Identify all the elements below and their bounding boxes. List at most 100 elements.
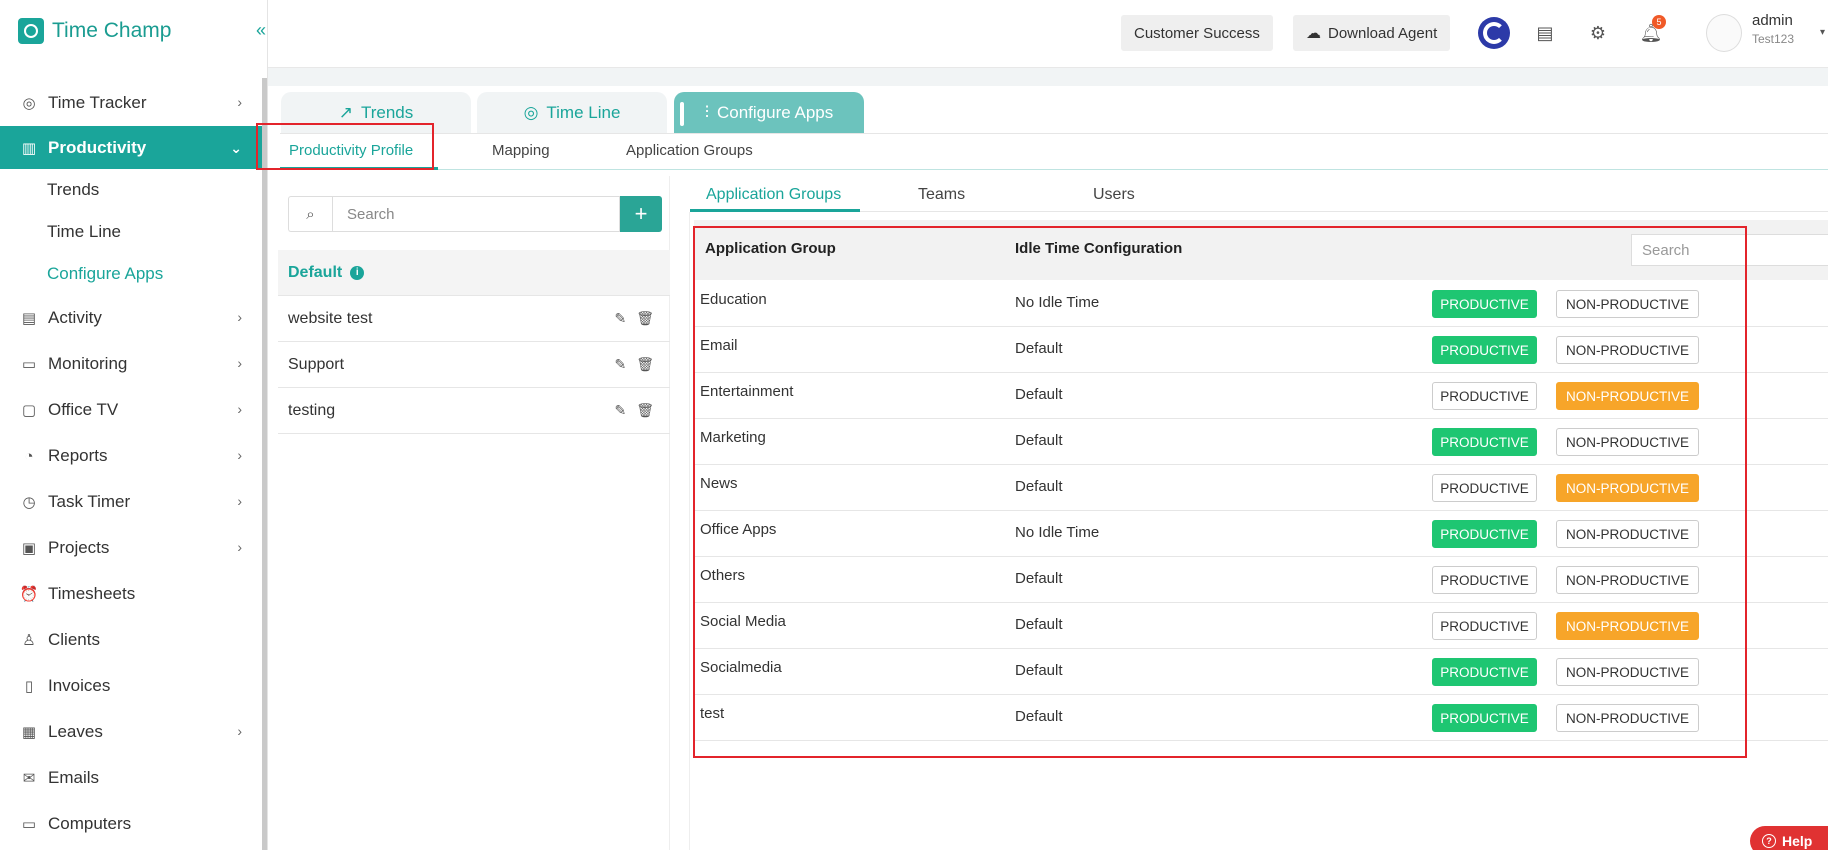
bell-icon[interactable]: 🔔︎ 5 xyxy=(1636,15,1666,48)
sidebar-item-label: Reports xyxy=(48,446,108,465)
collapse-sidebar-icon[interactable]: « xyxy=(256,20,266,41)
chevron-right-icon: › xyxy=(237,94,242,110)
chevron-right-icon: › xyxy=(237,723,242,739)
sidebar-item-label: Monitoring xyxy=(48,354,128,373)
sidebar-item-label: Invoices xyxy=(48,676,111,695)
profile-search: ⌕ Search + xyxy=(288,196,662,232)
tv-icon: ▢ xyxy=(21,402,37,419)
customer-success-button[interactable]: Customer Success xyxy=(1121,15,1273,51)
sidebar-item-activity[interactable]: ▤ Activity › xyxy=(0,295,264,341)
sidebar-item-task-timer[interactable]: ◷ Task Timer › xyxy=(0,479,264,525)
inner-tab-teams[interactable]: Teams xyxy=(918,186,965,204)
sidebar-item-timesheets[interactable]: ⏰ Timesheets xyxy=(0,571,264,617)
sidebar: Time Champ « ◎ Time Tracker › ▥ Producti… xyxy=(0,0,268,850)
sidebar-item-projects[interactable]: ▣ Projects › xyxy=(0,525,264,571)
profile-name: Support xyxy=(288,355,345,373)
time-champ-logo-icon xyxy=(18,18,44,44)
avatar[interactable] xyxy=(1706,14,1742,52)
sidebar-subitem-time-line[interactable]: Time Line xyxy=(0,211,264,253)
subtab-application-groups[interactable]: Application Groups xyxy=(626,142,753,159)
topbar: Customer Success ☁ Download Agent ▤ ⚙ 🔔︎… xyxy=(268,0,1828,68)
trash-icon[interactable]: 🗑︎ xyxy=(636,402,654,419)
tab-label: Trends xyxy=(360,103,414,122)
help-label: Help xyxy=(1782,833,1813,849)
app-root: Time Champ « ◎ Time Tracker › ▥ Producti… xyxy=(0,0,1828,850)
add-profile-button[interactable]: + xyxy=(620,196,662,232)
user-name[interactable]: admin xyxy=(1752,12,1793,29)
gear-icon[interactable]: ⚙ xyxy=(1583,18,1613,48)
tab-time-line[interactable]: ◎ Time Line xyxy=(477,92,667,134)
sidebar-item-label: Clients xyxy=(48,630,100,649)
sidebar-item-label: Projects xyxy=(48,538,110,557)
search-icon[interactable]: ⌕ xyxy=(288,196,332,232)
chevron-right-icon: › xyxy=(237,355,242,371)
trash-icon[interactable]: 🗑︎ xyxy=(636,356,654,373)
inner-tab-application-groups[interactable]: Application Groups xyxy=(706,186,841,204)
sidebar-item-productivity[interactable]: ▥ Productivity ⌄ xyxy=(0,126,264,169)
profile-item[interactable]: Support ✎ 🗑︎ xyxy=(278,342,670,388)
trash-icon[interactable]: 🗑︎ xyxy=(636,310,654,327)
speed-target-icon: ◎ xyxy=(523,103,539,122)
chevron-down-icon: ⌄ xyxy=(230,140,242,156)
tab-configure-apps[interactable]: ⫶ Configure Apps xyxy=(674,92,864,134)
profile-list-panel: ⌕ Search + Default i website test ✎ 🗑︎ Su… xyxy=(278,176,670,850)
alarm-clock-icon: ⏰ xyxy=(19,586,39,603)
inner-tab-users[interactable]: Users xyxy=(1093,186,1135,204)
sidebar-item-monitoring[interactable]: ▭ Monitoring › xyxy=(0,341,264,387)
edit-icon[interactable]: ✎ xyxy=(614,310,626,327)
stopwatch-icon: ◷ xyxy=(22,494,36,511)
profile-search-input[interactable]: Search xyxy=(332,196,620,232)
sidebar-item-leaves[interactable]: ▦ Leaves › xyxy=(0,709,264,755)
sidebar-item-label: Office TV xyxy=(48,400,119,419)
computer-icon: ▭ xyxy=(21,816,37,833)
chevron-down-icon[interactable]: ▾ xyxy=(1820,27,1825,38)
sidebar-item-clients[interactable]: ♙ Clients xyxy=(0,617,264,663)
sidebar-nav: ◎ Time Tracker › ▥ Productivity ⌄ Trends… xyxy=(0,80,264,847)
profile-name: testing xyxy=(288,401,336,419)
download-agent-button[interactable]: ☁ Download Agent xyxy=(1293,15,1451,51)
sidebar-item-emails[interactable]: ✉ Emails xyxy=(0,755,264,801)
highlight-box-grid xyxy=(693,226,1747,758)
sidebar-scrollbar[interactable] xyxy=(262,78,267,850)
chevron-right-icon: › xyxy=(237,401,242,417)
chat-logo-icon[interactable] xyxy=(1478,17,1510,49)
highlight-box-profile-tab xyxy=(256,123,434,170)
tab-label: Time Line xyxy=(546,103,621,122)
sidebar-item-label: Emails xyxy=(48,768,100,787)
help-button[interactable]: ? Help xyxy=(1750,826,1828,850)
sidebar-subitem-configure-apps[interactable]: Configure Apps xyxy=(0,253,264,295)
sidebar-item-time-tracker[interactable]: ◎ Time Tracker › xyxy=(0,80,264,126)
sidebar-item-invoices[interactable]: ▯ Invoices xyxy=(0,663,264,709)
ticket-icon: ▤ xyxy=(21,310,37,327)
sidebar-item-office-tv[interactable]: ▢ Office TV › xyxy=(0,387,264,433)
tabs-divider xyxy=(280,133,1828,134)
notification-count-badge: 5 xyxy=(1652,15,1666,29)
brand-name: Time Champ xyxy=(52,19,172,42)
profile-item[interactable]: testing ✎ 🗑︎ xyxy=(278,388,670,434)
mail-icon: ✉ xyxy=(22,770,36,787)
sidebar-item-label: Productivity xyxy=(48,137,147,157)
sidebar-item-label: Time Tracker xyxy=(48,93,147,112)
profile-item-default[interactable]: Default i xyxy=(278,250,670,296)
trend-line-icon: ↗ xyxy=(338,103,353,122)
sidebar-item-reports[interactable]: ◔ Reports › xyxy=(0,433,264,479)
brand[interactable]: Time Champ xyxy=(18,18,171,44)
document-icon[interactable]: ▤ xyxy=(1530,18,1560,48)
profile-name: Default xyxy=(288,263,343,281)
briefcase-icon: ▣ xyxy=(21,540,37,557)
sidebar-item-computers[interactable]: ▭ Computers xyxy=(0,801,264,847)
edit-icon[interactable]: ✎ xyxy=(614,402,626,419)
question-icon: ? xyxy=(1762,834,1776,848)
customer-success-label: Customer Success xyxy=(1134,24,1260,42)
sidebar-item-label: Task Timer xyxy=(48,492,131,511)
sidebar-subitem-trends[interactable]: Trends xyxy=(0,169,264,211)
subtab-mapping[interactable]: Mapping xyxy=(492,142,550,159)
target-icon: ◎ xyxy=(22,95,36,112)
info-icon[interactable]: i xyxy=(350,265,365,280)
subtabs-divider xyxy=(280,169,1828,170)
edit-icon[interactable]: ✎ xyxy=(614,356,626,373)
user-icon: ♙ xyxy=(22,632,36,649)
panel-divider xyxy=(689,212,690,850)
profile-item[interactable]: website test ✎ 🗑︎ xyxy=(278,296,670,342)
sliders-icon: ⫶ xyxy=(704,103,709,122)
